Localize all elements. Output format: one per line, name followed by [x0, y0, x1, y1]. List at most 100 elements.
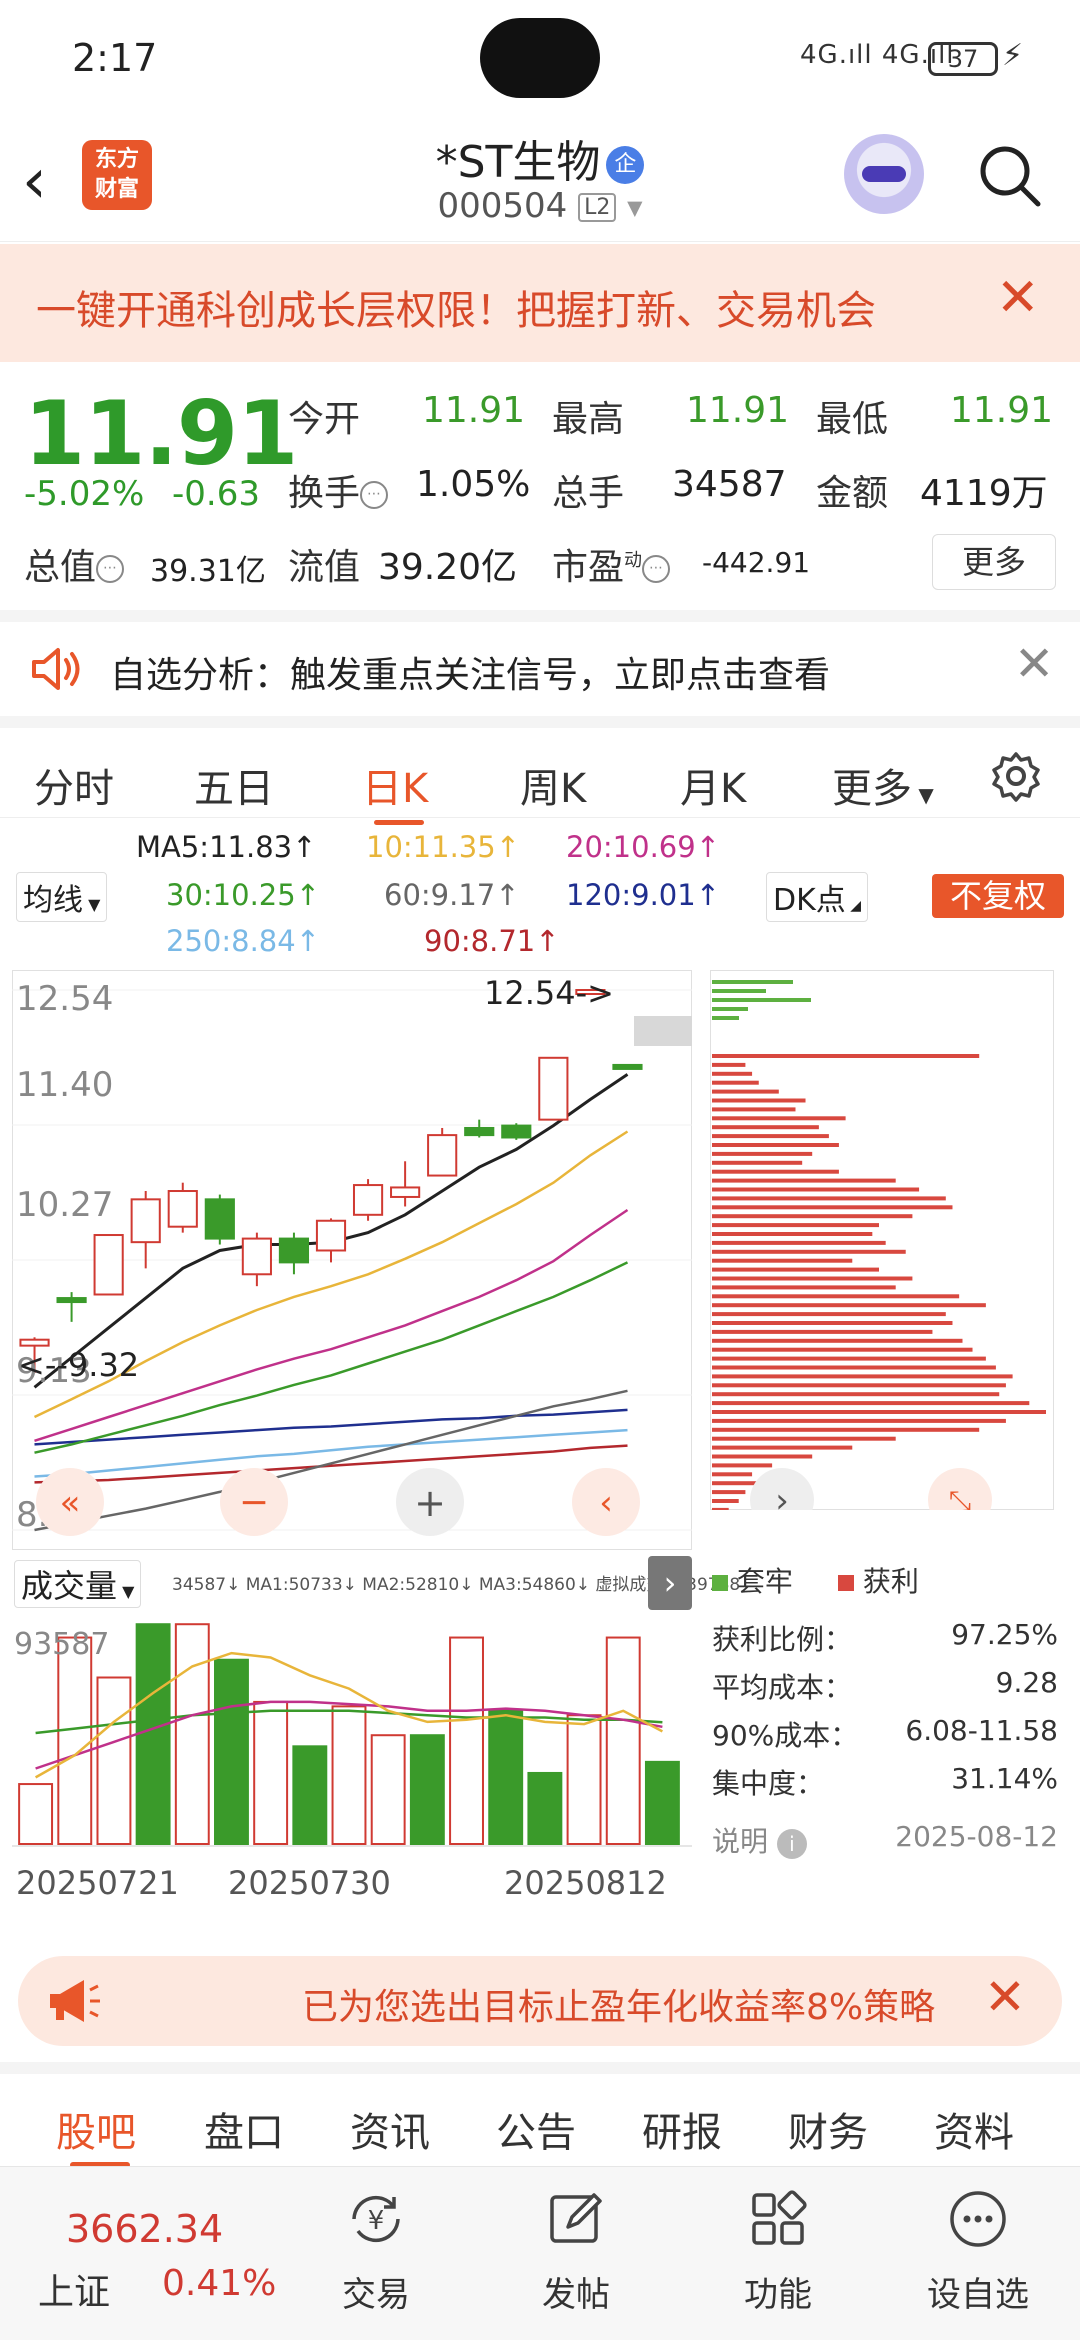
candle-body: [19, 1338, 50, 1347]
note-link[interactable]: 说明 i: [712, 1820, 807, 1860]
nav-add-watchlist[interactable]: 设自选: [908, 2187, 1048, 2316]
kline-chart[interactable]: 12.5411.4010.279.138.0012.54-><--9.32 « …: [12, 970, 692, 1550]
avg-cost-value: 9.28: [995, 1666, 1058, 1699]
turnover-label[interactable]: 换手 ⋯: [288, 464, 389, 516]
chip-bar-profit: [712, 1196, 946, 1201]
info-icon[interactable]: ⋯: [360, 481, 389, 509]
nav-trade[interactable]: ¥ 交易: [306, 2187, 446, 2316]
candle-body: [464, 1126, 495, 1137]
chip-bar-profit: [712, 1089, 779, 1094]
status-bar: 2:17 4G.ıll 4G.ıll 37 ⚡: [0, 0, 1080, 120]
tab-profile[interactable]: 资料: [934, 2100, 1014, 2158]
mktcap-label[interactable]: 总值 ⋯: [24, 538, 125, 590]
zoom-in-glyph: +: [414, 1481, 446, 1525]
chip-bar-profit: [712, 1249, 906, 1254]
volume-bar: [174, 1623, 210, 1845]
ma-select-label: 均线: [23, 883, 83, 918]
ad-banner[interactable]: 已为您选出目标止盈年化收益率8%策略 ✕: [18, 1956, 1062, 2046]
close-icon[interactable]: ✕: [996, 268, 1040, 328]
chip-bar-profit: [712, 1392, 1000, 1397]
chip-bar-profit: [712, 1143, 839, 1147]
trapped-label: 套牢: [736, 1565, 793, 1598]
close-icon[interactable]: ✕: [984, 1968, 1026, 2026]
enterprise-badge: 企: [606, 146, 645, 184]
candle-body: [538, 1056, 569, 1121]
volume-chart[interactable]: 93587 20250721 20250730 20250812: [12, 1612, 692, 1934]
step-forward-glyph: ›: [775, 1481, 789, 1510]
nav-add-watchlist-label: 设自选: [927, 2275, 1029, 2315]
robot-assistant-icon[interactable]: [844, 134, 924, 214]
tab-order-book[interactable]: 盘口: [204, 2100, 284, 2158]
dk-point-select[interactable]: DK点 ◢: [766, 872, 868, 922]
chevron-right-icon[interactable]: ›: [648, 1556, 692, 1610]
candle-body: [501, 1124, 532, 1139]
adjust-button[interactable]: 不复权: [932, 874, 1064, 918]
chip-bar-profit: [712, 1410, 1046, 1414]
tab-weekly-k[interactable]: 周K: [520, 756, 586, 814]
nav-features[interactable]: 功能: [708, 2187, 848, 2316]
pe-label[interactable]: 市盈动 ⋯: [552, 538, 671, 590]
tab-financials[interactable]: 财务: [788, 2100, 868, 2158]
chip-bar-trapped: [712, 998, 811, 1002]
search-icon[interactable]: [976, 142, 1042, 208]
tab-monthly-k[interactable]: 月K: [680, 756, 746, 814]
low-marker: <--9.32: [18, 1346, 139, 1384]
chip-bar-profit: [712, 1401, 1030, 1406]
ma-select[interactable]: 均线 ▼: [16, 872, 108, 922]
chip-bar-profit: [712, 1160, 803, 1165]
chip-bar-trapped: [712, 1016, 739, 1020]
chip-bar-profit: [712, 1054, 980, 1058]
change-percent: -5.02%: [24, 474, 145, 514]
nav-post[interactable]: 发帖: [506, 2187, 646, 2316]
chip-bar-profit: [712, 1294, 960, 1299]
trapped-legend: 套牢: [712, 1560, 793, 1600]
tab-five-day[interactable]: 五日: [194, 756, 274, 814]
chip-bar-trapped: [712, 1007, 748, 1011]
volume-bar: [644, 1760, 680, 1845]
tab-intraday[interactable]: 分时: [34, 756, 114, 814]
ma-legend: MA5:11.83↑ 10:11.35↑ 20:10.69↑ 均线 ▼ 30:1…: [0, 818, 1080, 966]
promo-banner[interactable]: 一键开通科创成长层权限！把握打新、交易机会 ✕: [0, 244, 1080, 362]
step-back-glyph: ‹: [599, 1483, 613, 1523]
pe-label-text: 市盈: [552, 547, 625, 588]
concentration-label: 集中度：: [712, 1767, 825, 1800]
chip-bar-profit: [712, 1232, 873, 1236]
float-label: 流值: [288, 547, 361, 588]
candle-body: [390, 1186, 421, 1198]
gear-icon[interactable]: [990, 750, 1042, 802]
ma30-value: 30:10.25↑: [166, 878, 320, 912]
cost90-label: 90%成本：: [712, 1719, 859, 1752]
candle-body: [427, 1134, 458, 1177]
ma60-value: 60:9.17↑: [384, 878, 520, 912]
info-icon[interactable]: ⋯: [642, 555, 671, 583]
note-label: 说明: [712, 1825, 769, 1858]
volume-bar: [409, 1734, 445, 1845]
candle-body: [612, 1063, 643, 1070]
chip-bar-profit: [712, 1436, 896, 1441]
stock-name: *ST生物: [435, 137, 601, 188]
info-icon[interactable]: ⋯: [96, 555, 125, 583]
analysis-bar[interactable]: 自选分析：触发重点关注信号，立即点击查看 ✕: [0, 610, 1080, 716]
chip-bar-profit: [712, 1062, 746, 1067]
close-icon[interactable]: ✕: [1014, 636, 1054, 692]
chevron-down-icon: ▼: [627, 195, 643, 220]
chevron-down-icon: ▼: [117, 1582, 135, 1601]
index-value: 3662.34: [66, 2207, 224, 2251]
index-change: 0.41%: [162, 2263, 277, 2304]
profit-swatch: [838, 1575, 854, 1591]
tab-news[interactable]: 资讯: [350, 2100, 430, 2158]
chip-bar-trapped: [712, 980, 793, 984]
tab-more[interactable]: 更多 ▼: [832, 756, 934, 814]
nav-trade-label: 交易: [342, 2275, 410, 2315]
tab-daily-k[interactable]: 日K: [362, 756, 428, 814]
pe-value: -442.91: [702, 546, 811, 579]
tab-announcements[interactable]: 公告: [496, 2100, 576, 2158]
tab-research[interactable]: 研报: [642, 2100, 722, 2158]
volume-select[interactable]: 成交量 ▼: [14, 1560, 142, 1608]
amount-label: 金额: [816, 473, 889, 514]
avg-cost-label: 平均成本：: [712, 1671, 853, 1704]
more-button[interactable]: 更多: [932, 534, 1056, 590]
chip-bar-profit: [712, 1267, 879, 1272]
chip-distribution-chart[interactable]: › ⤡: [710, 970, 1054, 1510]
tab-forum[interactable]: 股吧: [56, 2100, 136, 2158]
